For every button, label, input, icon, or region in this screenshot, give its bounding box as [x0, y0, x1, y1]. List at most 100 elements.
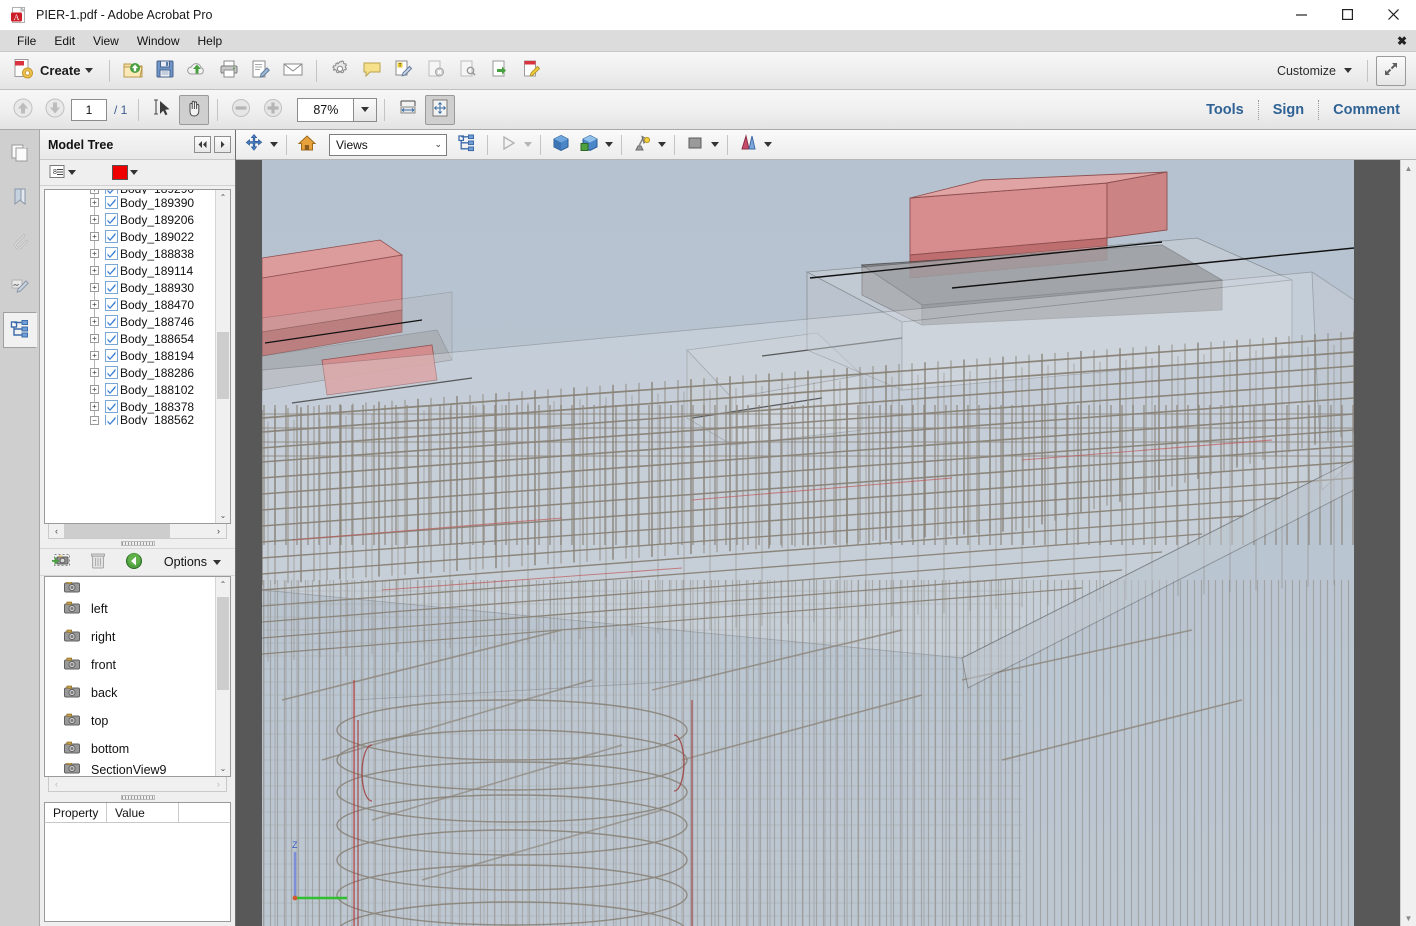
- rotate-tool-button[interactable]: [240, 133, 268, 157]
- view-list-item[interactable]: bottom: [45, 735, 215, 763]
- highlight-text-button[interactable]: T: [389, 56, 419, 86]
- comment-pane-button[interactable]: Comment: [1319, 102, 1416, 118]
- fit-page-button[interactable]: [425, 94, 456, 125]
- play-animation-button[interactable]: [494, 133, 522, 157]
- menu-view[interactable]: View: [84, 32, 128, 50]
- zoom-dropdown-button[interactable]: [353, 97, 378, 122]
- view-list-item[interactable]: SectionView9: [45, 763, 215, 776]
- tools-pane-button[interactable]: Tools: [1192, 102, 1258, 118]
- highlight-color-button[interactable]: [109, 163, 141, 182]
- view-list-item[interactable]: left: [45, 595, 215, 623]
- page-number-input[interactable]: 1: [71, 98, 107, 121]
- upload-cloud-button[interactable]: [182, 56, 212, 86]
- tree-checkbox[interactable]: [105, 383, 118, 396]
- views-scroll-left-button[interactable]: ‹: [49, 777, 64, 791]
- tree-expander-icon[interactable]: +: [90, 385, 99, 394]
- edit-pdf-button[interactable]: [246, 56, 276, 86]
- tree-row[interactable]: − Body_188562: [45, 415, 215, 425]
- background-color-button[interactable]: [681, 133, 709, 157]
- views-options-button[interactable]: Options: [160, 553, 225, 571]
- tree-expander-icon[interactable]: +: [90, 368, 99, 377]
- tree-row[interactable]: + Body_188746: [45, 313, 215, 330]
- tree-scroll-track[interactable]: [216, 205, 230, 508]
- view-list-item[interactable]: [45, 582, 215, 595]
- tree-row[interactable]: + Body_188930: [45, 279, 215, 296]
- tree-checkbox[interactable]: [105, 213, 118, 226]
- tree-expander-icon[interactable]: +: [90, 402, 99, 411]
- views-list[interactable]: left right front back top bottom SectionView9 …: [44, 576, 231, 777]
- model-tree-button[interactable]: [2, 312, 37, 348]
- tree-scroll-thumb[interactable]: [217, 332, 229, 399]
- fit-width-button[interactable]: [393, 95, 423, 125]
- background-color-dropdown[interactable]: [709, 133, 721, 157]
- view-list-item[interactable]: top: [45, 707, 215, 735]
- viewer-scroll-down-button[interactable]: ▼: [1401, 910, 1416, 926]
- viewer-scroll-up-button[interactable]: ▲: [1401, 160, 1416, 176]
- next-page-button[interactable]: [40, 95, 70, 125]
- zoom-out-button[interactable]: [226, 95, 256, 125]
- collapse-panel-button[interactable]: [194, 136, 211, 153]
- tree-checkbox[interactable]: [105, 281, 118, 294]
- view-list-item[interactable]: front: [45, 651, 215, 679]
- tree-expander-icon[interactable]: +: [90, 266, 99, 275]
- pdf-page-canvas[interactable]: Z: [262, 160, 1354, 926]
- bookmarks-button[interactable]: [3, 180, 37, 216]
- views-vertical-scrollbar[interactable]: ⌃ ⌄: [215, 577, 230, 776]
- tree-row[interactable]: + Body_188194: [45, 347, 215, 364]
- hand-tool-button[interactable]: [179, 94, 210, 125]
- menu-help[interactable]: Help: [189, 32, 232, 50]
- tree-view-options-button[interactable]: 8: [46, 162, 79, 184]
- menu-file[interactable]: File: [8, 32, 45, 50]
- views-properties-splitter[interactable]: [40, 792, 235, 802]
- tree-hscroll-thumb[interactable]: [64, 524, 170, 538]
- tree-checkbox[interactable]: [105, 349, 118, 362]
- tree-expander-icon[interactable]: +: [90, 249, 99, 258]
- tree-expander-icon[interactable]: +: [90, 300, 99, 309]
- tree-checkbox[interactable]: [105, 247, 118, 260]
- maximize-button[interactable]: [1324, 0, 1370, 30]
- tree-row[interactable]: + Body_188654: [45, 330, 215, 347]
- views-scroll-right-button[interactable]: ›: [211, 777, 226, 791]
- tree-checkbox[interactable]: [105, 264, 118, 277]
- tree-scroll-right-button[interactable]: ›: [211, 524, 226, 538]
- tree-horizontal-scrollbar[interactable]: ‹ ›: [48, 524, 227, 539]
- menu-edit[interactable]: Edit: [45, 32, 84, 50]
- render-mode-dropdown[interactable]: [603, 133, 615, 157]
- cross-section-dropdown[interactable]: [762, 133, 774, 157]
- tree-checkbox[interactable]: [105, 315, 118, 328]
- tree-checkbox[interactable]: [105, 415, 118, 425]
- export-button[interactable]: [485, 56, 515, 86]
- signatures-button[interactable]: [3, 268, 37, 304]
- tree-row[interactable]: + Body_188838: [45, 245, 215, 262]
- zoom-in-button[interactable]: [258, 95, 288, 125]
- menu-window[interactable]: Window: [128, 32, 189, 50]
- extra-column-header[interactable]: [179, 803, 230, 822]
- zoom-level-input[interactable]: 87%: [297, 97, 354, 122]
- sign-pane-button[interactable]: Sign: [1259, 102, 1318, 118]
- tree-expander-icon[interactable]: +: [90, 351, 99, 360]
- play-dropdown[interactable]: [522, 133, 534, 157]
- delete-view-button[interactable]: [86, 551, 110, 573]
- close-document-button[interactable]: ✖: [1397, 34, 1407, 48]
- create-button[interactable]: Create: [6, 53, 102, 88]
- tree-expander-icon[interactable]: +: [90, 198, 99, 207]
- viewer-scroll-track[interactable]: [1401, 176, 1416, 910]
- attachments-button[interactable]: [3, 224, 37, 260]
- tree-scroll-left-button[interactable]: ‹: [49, 524, 64, 538]
- page-thumbnails-button[interactable]: [3, 136, 37, 172]
- model-tree-toggle-button[interactable]: [453, 133, 481, 157]
- tree-views-splitter[interactable]: [40, 539, 235, 548]
- settings-button[interactable]: [325, 56, 355, 86]
- close-button[interactable]: [1370, 0, 1416, 30]
- view-list-item[interactable]: back: [45, 679, 215, 707]
- views-hscroll-track[interactable]: [64, 777, 211, 791]
- views-scroll-up-button[interactable]: ⌃: [216, 577, 230, 592]
- tree-row[interactable]: + Body_188102: [45, 381, 215, 398]
- render-mode-button[interactable]: [575, 133, 603, 157]
- tree-row[interactable]: + Body_188286: [45, 364, 215, 381]
- tree-expander-icon[interactable]: +: [90, 317, 99, 326]
- print-button[interactable]: [214, 56, 244, 86]
- open-file-button[interactable]: [118, 56, 148, 86]
- tree-expander-icon[interactable]: +: [90, 190, 99, 194]
- fill-sign-button[interactable]: [517, 56, 547, 86]
